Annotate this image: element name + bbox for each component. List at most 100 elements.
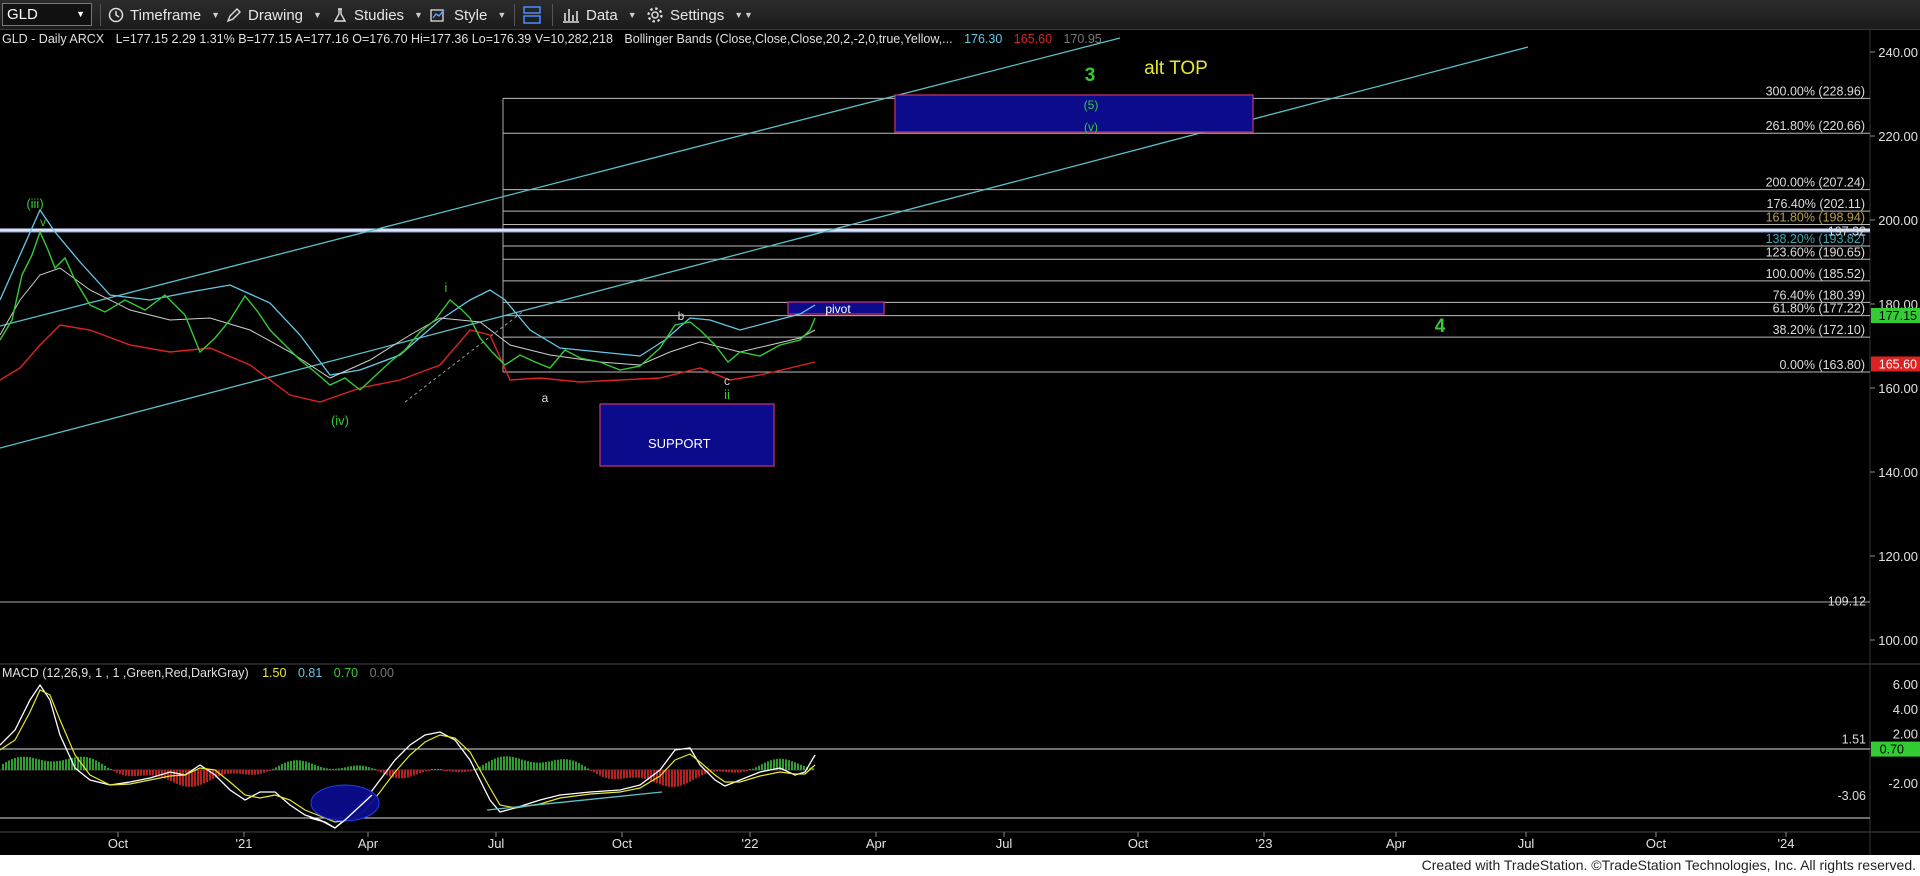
macd-histogram-bar (239, 770, 241, 774)
symbol-info: GLD - Daily ARCX (2, 32, 105, 46)
macd-histogram-bar (353, 765, 355, 770)
macd-histogram-bar (206, 770, 208, 783)
macd-histogram-bar (287, 761, 289, 770)
time-axis-label: '23 (1256, 836, 1273, 851)
macd-histogram-bar (767, 761, 769, 770)
wave-label-c: c (724, 374, 730, 388)
chart-area[interactable]: 300.00% (228.96) 261.80% (220.66) 200.00% … (0, 0, 1920, 855)
fib-level-label: 61.80% (177.22) (1773, 302, 1865, 316)
macd-histogram-bar (89, 757, 91, 770)
macd-histogram-bar (464, 770, 466, 773)
macd-histogram-bar (269, 770, 271, 771)
macd-histogram-bar (569, 759, 571, 770)
macd-histogram-bar (476, 768, 478, 770)
price-axis-label: 240.00 (1878, 45, 1918, 60)
wave-label-i: i (445, 280, 448, 295)
macd-histogram-bar (437, 769, 439, 770)
macd-histogram-bar (587, 768, 589, 770)
target-box[interactable] (894, 94, 1254, 133)
wave-label-iii: (iii) (26, 196, 43, 211)
macd-label: MACD (12,26,9, 1 , 1 ,Green,Red,DarkGray… (2, 666, 249, 680)
macd-histogram-bar (521, 759, 523, 770)
macd-histogram-bar (377, 770, 379, 771)
time-axis-label: '21 (236, 836, 253, 851)
macd-histogram-bar (137, 770, 139, 776)
time-axis-label: Oct (612, 836, 633, 851)
bb-mid-value: 170.95 (1064, 32, 1102, 46)
macd-histogram-bar (38, 759, 40, 770)
wave-label-v: (v) (1084, 120, 1098, 134)
macd-histogram-bar (608, 770, 610, 779)
macd-histogram-bar (380, 770, 382, 773)
macd-histogram-bar (314, 764, 316, 770)
price-axis-label: 120.00 (1878, 549, 1918, 564)
macd-histogram-bar (716, 770, 718, 772)
macd-histogram-bar (98, 762, 100, 770)
macd-histogram-bar (695, 770, 697, 779)
macd-histogram-bar (113, 770, 115, 772)
macd-histogram-bar (152, 770, 154, 776)
macd-pane[interactable]: MACD (12,26,9, 1 , 1 ,Green,Red,DarkGray… (0, 666, 1870, 829)
macd-histogram-bar (575, 761, 577, 770)
fib-level-label: 161.80% (198.94) (1766, 210, 1865, 224)
macd-histogram-bar (143, 770, 145, 776)
macd-axis-label: 4.00 (1893, 702, 1918, 717)
macd-histogram-bar (56, 761, 58, 770)
macd-histogram-bar (41, 760, 43, 770)
price-level-label: 109.12 (1828, 595, 1866, 609)
footer: Created with TradeStation. ©TradeStation… (0, 855, 1920, 876)
macd-histogram-bar (743, 770, 745, 772)
macd-axis-label: 6.00 (1893, 677, 1918, 692)
macd-histogram-bar (179, 770, 181, 785)
macd-header: MACD (12,26,9, 1 , 1 ,Green,Red,DarkGray… (2, 666, 394, 680)
macd-histogram-bar (23, 756, 25, 770)
macd-axis[interactable]: 6.00 4.00 2.00 -2.00 1.51 0.70 -3.06 (1838, 677, 1920, 803)
macd-histogram-bar (308, 762, 310, 770)
macd-histogram-bar (167, 770, 169, 780)
macd-histogram-bar (515, 757, 517, 770)
macd-histogram-bar (245, 770, 247, 775)
bb-lower-value: 165.60 (1014, 32, 1052, 46)
macd-histogram-bar (686, 770, 688, 784)
macd-histogram-bar (425, 770, 427, 772)
macd-histogram-bar (449, 770, 451, 772)
support-box[interactable] (599, 403, 775, 467)
macd-histogram-bar (446, 770, 448, 771)
macd-histogram-bar (602, 770, 604, 777)
macd-trendline[interactable] (486, 791, 663, 811)
macd-histogram-bar (407, 770, 409, 778)
macd-histogram-bar (404, 770, 406, 779)
macd-histogram-bar (746, 770, 748, 772)
time-axis-label: '24 (1778, 836, 1795, 851)
macd-histogram-bar (185, 770, 187, 787)
macd-histogram-bar (230, 770, 232, 774)
macd-divergence-ellipse[interactable] (310, 784, 380, 822)
time-axis[interactable]: Oct '21 Apr Jul Oct '22 Apr Jul Oct '23 Apr Jul Oct '… (108, 832, 1795, 851)
bollinger-indicator-label: Bollinger Bands (Close,Close,Close,20,2,… (624, 32, 952, 46)
macd-histogram-bar (470, 770, 472, 771)
macd-value-4: 0.00 (370, 666, 394, 680)
macd-histogram-bar (203, 770, 205, 784)
macd-histogram-bar (749, 769, 751, 770)
macd-histogram-bar (122, 770, 124, 776)
macd-histogram-bar (365, 766, 367, 770)
macd-histogram-bar (14, 758, 16, 770)
macd-histogram-bar (434, 769, 436, 770)
price-axis-label: 200.00 (1878, 213, 1918, 228)
wave-label-iii-v: v (40, 215, 46, 229)
macd-histogram-bar (302, 760, 304, 770)
macd-histogram-bar (632, 770, 634, 778)
time-axis-label: Jul (488, 836, 505, 851)
macd-histogram-bar (65, 759, 67, 770)
macd-histogram-bar (419, 770, 421, 774)
price-level-label: 177.15 (1879, 309, 1917, 323)
macd-histogram-bar (416, 770, 418, 775)
macd-histogram-bar (755, 767, 757, 770)
price-axis-label: 220.00 (1878, 129, 1918, 144)
fib-level-label: 100.00% (185.52) (1766, 267, 1865, 281)
macd-histogram-bar (371, 768, 373, 770)
macd-histogram-bar (236, 770, 238, 774)
macd-histogram-bar (590, 770, 592, 771)
macd-histogram-bar (116, 770, 118, 773)
macd-histogram-bar (614, 770, 616, 780)
